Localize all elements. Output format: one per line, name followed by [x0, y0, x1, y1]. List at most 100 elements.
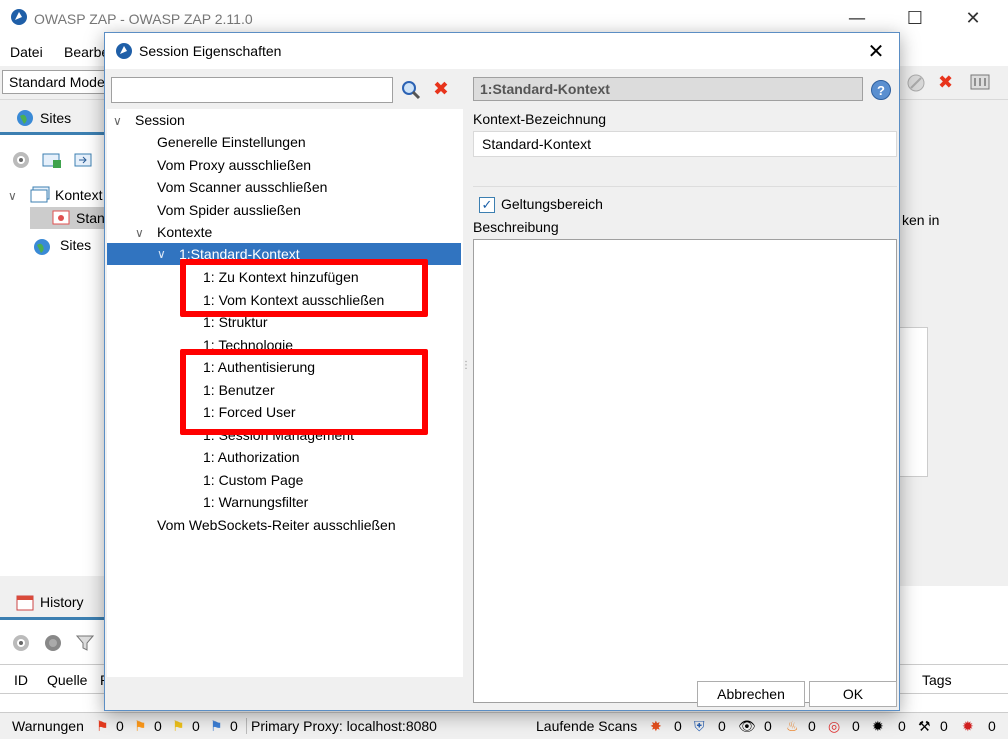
- flag-high-icon: ⚑: [96, 718, 109, 734]
- splitter-handle[interactable]: ⋮: [461, 361, 471, 385]
- partial-text: ken in: [902, 212, 940, 228]
- tree-standard-context-label: Stan: [76, 210, 105, 226]
- context-panel: 1:Standard-Kontext ? Kontext-Bezeichnung…: [471, 69, 899, 703]
- clear-search-icon[interactable]: ✖: [433, 78, 449, 100]
- close-icon[interactable]: ✕: [958, 8, 988, 29]
- description-label: Beschreibung: [473, 219, 559, 235]
- alert-high-count: 0: [116, 718, 124, 734]
- scan-count-8: 0: [988, 718, 996, 734]
- search-icon[interactable]: [401, 80, 421, 104]
- alert-low-count: 0: [192, 718, 200, 734]
- scan-count-7: 0: [940, 718, 948, 734]
- mode-select[interactable]: Standard Mode: [2, 70, 110, 94]
- flag-low-icon: ⚑: [172, 718, 185, 734]
- new-context-icon[interactable]: [42, 151, 62, 173]
- tree-item-custom-page[interactable]: 1: Custom Page: [203, 469, 303, 491]
- tree-item-authorization[interactable]: 1: Authorization: [203, 446, 300, 468]
- background-panel-box: [900, 327, 928, 477]
- col-tags[interactable]: Tags: [922, 672, 952, 688]
- tab-sites[interactable]: Sites: [0, 101, 106, 135]
- minimize-icon[interactable]: —: [842, 8, 872, 29]
- disabled-icon[interactable]: [906, 73, 926, 97]
- sites-panel: Sites ∨ Kontext Stan Sites: [0, 101, 106, 576]
- zap-logo-icon: [10, 8, 28, 30]
- scope-checkbox[interactable]: ✓: [479, 197, 495, 213]
- alert-info-count: 0: [230, 718, 238, 734]
- tree-item-standard-context[interactable]: ∨ 1:Standard-Kontext: [107, 243, 461, 265]
- spider-icon: ✹: [872, 718, 884, 734]
- dialog-title: Session Eigenschaften: [139, 43, 282, 59]
- tree-item-contexts[interactable]: Kontexte: [157, 221, 212, 243]
- spider-shield-icon: ⛨: [694, 718, 705, 734]
- tree-item-exclude-websockets[interactable]: Vom WebSockets-Reiter ausschließen: [157, 514, 396, 536]
- context-name-input[interactable]: [473, 131, 897, 157]
- tree-item-exclude-spider[interactable]: Vom Spider aussließen: [157, 199, 301, 221]
- tree-item-alert-filter[interactable]: 1: Warnungsfilter: [203, 491, 308, 513]
- tree-item-structure[interactable]: 1: Struktur: [203, 311, 268, 333]
- tree-item-authentication[interactable]: 1: Authentisierung: [203, 356, 315, 378]
- alert-medium-count: 0: [154, 718, 162, 734]
- menu-file[interactable]: Datei: [10, 44, 43, 60]
- globe-icon: [33, 238, 51, 260]
- tree-contexts[interactable]: Kontext: [55, 187, 102, 203]
- globe-icon: [16, 109, 34, 131]
- tree-item-session[interactable]: Session: [135, 109, 185, 131]
- filter-icon[interactable]: [75, 634, 95, 656]
- tree-item-forced-user[interactable]: 1: Forced User: [203, 401, 296, 423]
- tree-item-exclude-proxy[interactable]: Vom Proxy ausschließen: [157, 154, 311, 176]
- tree-item-exclude-context[interactable]: 1: Vom Kontext ausschließen: [203, 289, 384, 311]
- field-separator: [473, 186, 897, 187]
- target-icon[interactable]: [12, 634, 30, 656]
- chevron-down-icon[interactable]: ∨: [135, 226, 144, 240]
- scan-count-1: 0: [674, 718, 682, 734]
- scan-count-2: 0: [718, 718, 726, 734]
- session-properties-dialog: Session Eigenschaften ✕ ✖ ∨ Session Gene…: [104, 32, 900, 711]
- context-header: 1:Standard-Kontext: [473, 77, 863, 101]
- import-context-icon[interactable]: [74, 151, 94, 173]
- col-id[interactable]: ID: [14, 672, 28, 688]
- description-textarea[interactable]: [473, 239, 897, 703]
- eye-icon: 👁: [738, 718, 756, 734]
- tree-item-standard-context-label: 1:Standard-Kontext: [179, 246, 300, 262]
- cancel-button[interactable]: Abbrechen: [697, 681, 805, 707]
- flag-medium-icon: ⚑: [134, 718, 147, 734]
- target-icon[interactable]: [12, 151, 30, 173]
- tree-item-technology[interactable]: 1: Technologie: [203, 334, 293, 356]
- globe-gray-icon[interactable]: [44, 634, 62, 656]
- scan-count-3: 0: [764, 718, 772, 734]
- calendar-icon: [16, 593, 34, 615]
- chevron-down-icon[interactable]: ∨: [8, 189, 17, 203]
- scans-label: Laufende Scans: [536, 718, 638, 734]
- tree-item-include-context[interactable]: 1: Zu Kontext hinzufügen: [203, 266, 359, 288]
- chevron-down-icon[interactable]: ∨: [113, 114, 122, 128]
- close-icon[interactable]: ✕: [861, 39, 891, 63]
- menu-edit[interactable]: Bearbe: [64, 44, 109, 60]
- tree-item-session-management[interactable]: 1: Session Management: [203, 424, 354, 446]
- chevron-down-icon[interactable]: ∨: [157, 243, 166, 265]
- ok-button[interactable]: OK: [809, 681, 897, 707]
- maximize-icon[interactable]: ☐: [900, 8, 930, 29]
- tree-item-users[interactable]: 1: Benutzer: [203, 379, 275, 401]
- dialog-titlebar: Session Eigenschaften ✕: [105, 33, 899, 69]
- tree-search-input[interactable]: [111, 77, 393, 103]
- help-icon[interactable]: ?: [871, 80, 891, 100]
- hammer-icon: ⚒: [918, 718, 931, 734]
- remove-break-icon[interactable]: ✖: [938, 72, 953, 93]
- tree-standard-context[interactable]: Stan: [30, 207, 106, 229]
- sites-tab-label: Sites: [40, 110, 72, 126]
- options-icon[interactable]: [970, 73, 990, 95]
- tree-sites[interactable]: Sites: [60, 237, 91, 253]
- main-window-title: OWASP ZAP - OWASP ZAP 2.11.0: [34, 11, 253, 27]
- scan-count-6: 0: [898, 718, 906, 734]
- scope-label: Geltungsbereich: [501, 196, 603, 212]
- target-red-icon: ◎: [828, 718, 841, 734]
- tab-history[interactable]: History: [0, 586, 106, 620]
- tree-item-exclude-scanner[interactable]: Vom Scanner ausschließen: [157, 176, 327, 198]
- tree-item-general[interactable]: Generelle Einstellungen: [157, 131, 306, 153]
- context-name-label: Kontext-Bezeichnung: [473, 111, 607, 127]
- context-icon: [52, 210, 70, 230]
- zap-logo-icon: [115, 42, 133, 64]
- active-scan-icon: ✸: [650, 718, 662, 734]
- proxy-status: Primary Proxy: localhost:8080: [246, 718, 437, 734]
- col-source[interactable]: Quelle: [47, 672, 87, 688]
